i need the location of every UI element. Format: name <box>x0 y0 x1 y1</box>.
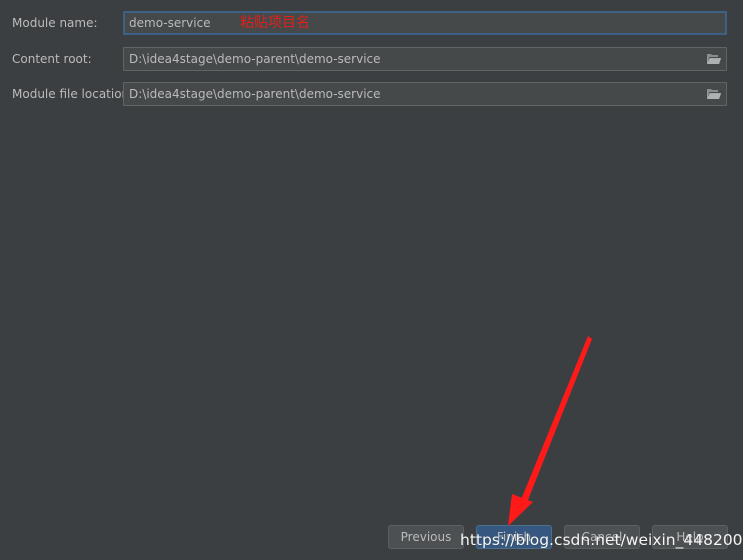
red-arrow-annotation <box>508 336 592 526</box>
